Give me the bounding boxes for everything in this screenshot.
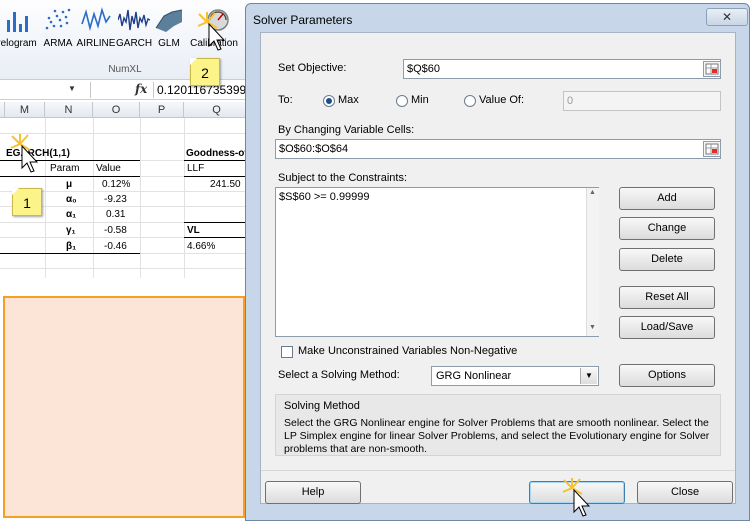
help-button[interactable]: Help — [265, 481, 361, 504]
vl-value: 4.66% — [187, 241, 216, 252]
ribbon-label: GARCH — [116, 38, 153, 49]
garch-icon — [118, 9, 150, 31]
step-callout-1: 1 — [12, 188, 42, 216]
param-value: -9.23 — [104, 194, 127, 205]
chevron-down-icon[interactable]: ▼ — [580, 368, 597, 384]
solving-method-select[interactable]: GRG Nonlinear ▼ — [431, 366, 599, 386]
insert-function-icon[interactable]: fx — [135, 82, 147, 96]
ribbon-label: AIRLINE — [76, 38, 116, 49]
column-header-n[interactable]: N — [45, 102, 93, 118]
range-selector-icon[interactable] — [703, 141, 721, 157]
radio-min-label[interactable]: Min — [411, 94, 429, 106]
vl-label: VL — [187, 225, 200, 236]
ribbon-correlogram-button[interactable]: relogram — [0, 4, 40, 64]
namebox-dropdown-icon[interactable]: ▼ — [68, 84, 76, 93]
footer-separator — [261, 470, 735, 471]
param-name: α₁ — [66, 209, 77, 220]
delete-button[interactable]: Delete — [619, 248, 715, 271]
ribbon-airline-button[interactable]: AIRLINE — [76, 4, 116, 64]
set-objective-input[interactable]: $Q$60 — [403, 59, 721, 79]
llf-value: 241.50 — [210, 179, 241, 190]
set-objective-label: Set Objective: — [278, 62, 347, 74]
airline-icon — [81, 7, 111, 32]
param-value: 0.31 — [106, 209, 126, 220]
changing-cells-label: By Changing Variable Cells: — [278, 124, 415, 136]
solving-method-value: GRG Nonlinear — [436, 370, 512, 382]
ribbon-arma-button[interactable]: ARMA — [40, 4, 76, 64]
constraints-scrollbar[interactable]: ▲ ▼ — [586, 188, 599, 336]
ribbon-group-label: NumXL — [108, 64, 142, 75]
mouse-cursor-icon — [562, 478, 591, 517]
nonnegative-label[interactable]: Make Unconstrained Variables Non-Negativ… — [298, 345, 517, 357]
correlogram-icon — [7, 12, 28, 32]
dialog-titlebar[interactable]: Solver Parameters ✕ — [246, 4, 749, 32]
column-header-m[interactable]: M — [5, 102, 45, 118]
param-value: 0.12% — [102, 179, 131, 190]
scroll-up-icon[interactable]: ▲ — [589, 189, 596, 196]
value-of-input[interactable]: 0 — [563, 91, 721, 111]
gof-header: Goodness-of- — [186, 148, 250, 159]
param-name: β₁ — [66, 241, 77, 252]
dialog-title: Solver Parameters — [253, 13, 353, 27]
mouse-cursor-icon — [10, 134, 39, 173]
param-header: Param — [50, 163, 80, 174]
arma-icon — [45, 8, 71, 30]
param-name: μ — [66, 179, 73, 190]
solving-method-group-title: Solving Method — [284, 400, 360, 412]
solving-method-group: Solving Method Select the GRG Nonlinear … — [275, 394, 721, 456]
nonnegative-checkbox[interactable] — [281, 346, 293, 358]
constraint-item[interactable]: $S$60 >= 0.99999 — [279, 191, 370, 203]
gridline — [184, 118, 185, 278]
gridline — [0, 268, 250, 269]
add-button[interactable]: Add — [619, 187, 715, 210]
highlighted-output-range — [3, 296, 245, 518]
llf-label: LLF — [187, 163, 205, 174]
column-header-q[interactable]: Q — [184, 102, 250, 118]
solver-parameters-dialog: Solver Parameters ✕ Set Objective: $Q$60… — [245, 3, 750, 521]
scroll-down-icon[interactable]: ▼ — [589, 324, 596, 331]
ribbon-label: relogram — [0, 38, 37, 49]
table-border — [184, 176, 250, 177]
param-value: -0.46 — [104, 241, 127, 252]
change-button[interactable]: Change — [619, 217, 715, 240]
step-callout-2: 2 — [190, 58, 220, 86]
dialog-body: Set Objective: $Q$60 To: Max Min Value O… — [260, 32, 736, 504]
ribbon-label: ARMA — [43, 38, 73, 49]
radio-max-label[interactable]: Max — [338, 94, 359, 106]
param-name: γ₁ — [66, 225, 76, 236]
ribbon-garch-button[interactable]: GARCH — [116, 4, 152, 64]
load-save-button[interactable]: Load/Save — [619, 316, 715, 339]
radio-max[interactable] — [323, 95, 335, 107]
glm-icon — [155, 9, 183, 32]
table-border — [184, 237, 250, 238]
changing-cells-input[interactable]: $O$60:$O$64 — [275, 139, 721, 159]
formula-bar-separator — [90, 82, 91, 98]
close-button[interactable]: Close — [637, 481, 733, 504]
mouse-cursor-icon — [197, 12, 226, 51]
close-icon[interactable]: ✕ — [706, 8, 748, 26]
range-selector-icon[interactable] — [703, 61, 721, 77]
gridline — [140, 118, 141, 278]
radio-min[interactable] — [396, 95, 408, 107]
gridline — [93, 118, 94, 278]
radio-value-of-label[interactable]: Value Of: — [479, 94, 524, 106]
value-header: Value — [96, 163, 121, 174]
radio-value-of[interactable] — [464, 95, 476, 107]
table-border — [0, 253, 140, 254]
column-header-o[interactable]: O — [93, 102, 140, 118]
column-header-p[interactable]: P — [140, 102, 184, 118]
constraints-label: Subject to the Constraints: — [278, 172, 408, 184]
ribbon-glm-button[interactable]: GLM — [152, 4, 186, 64]
reset-all-button[interactable]: Reset All — [619, 286, 715, 309]
solving-method-label: Select a Solving Method: — [278, 369, 400, 381]
formula-bar-separator — [153, 82, 154, 98]
to-label: To: — [278, 94, 293, 106]
param-name: α₀ — [66, 194, 77, 205]
options-button[interactable]: Options — [619, 364, 715, 387]
constraints-list[interactable]: $S$60 >= 0.99999 ▲ ▼ — [275, 187, 599, 337]
solving-method-description: Select the GRG Nonlinear engine for Solv… — [284, 417, 710, 455]
param-value: -0.58 — [104, 225, 127, 236]
